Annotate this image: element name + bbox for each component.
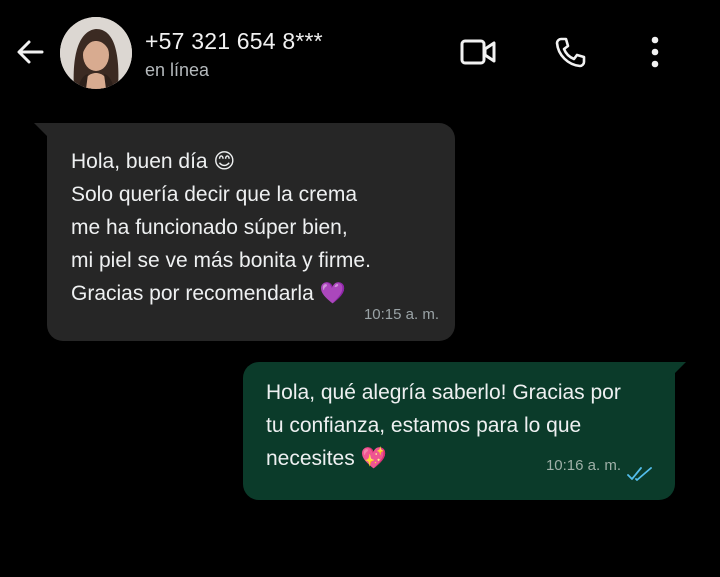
read-double-check-icon [627,467,652,481]
bubble-tail [34,123,52,141]
message-line: tu confianza, estamos para lo que [266,414,582,437]
message-line: Solo quería decir que la crema [71,183,357,206]
message-line: me ha funcionado súper bien, [71,216,348,239]
more-options-icon[interactable] [635,32,675,72]
message-line: mi piel se ve más bonita y firme. [71,249,371,272]
video-call-icon[interactable] [458,32,498,72]
incoming-message-bubble[interactable]: Hola, buen día 😊 Solo quería decir que l… [34,123,455,341]
avatar[interactable] [60,17,132,89]
chat-header: +57 321 654 8*** en línea [0,0,720,105]
outgoing-message-bubble[interactable]: Hola, qué alegría saberlo! Gracias por t… [243,362,686,500]
message-time: 10:15 a. m. [363,306,439,323]
phone-call-icon[interactable] [550,32,590,72]
back-arrow-icon[interactable] [12,34,48,70]
message-line: Hola, qué alegría saberlo! Gracias por [266,381,621,404]
message-line: Hola, buen día 😊 [71,150,236,173]
message-time: 10:16 a. m. [545,457,621,474]
bubble-tail [668,362,686,380]
contact-status: en línea [145,60,210,80]
contact-name[interactable]: +57 321 654 8*** [145,28,323,55]
